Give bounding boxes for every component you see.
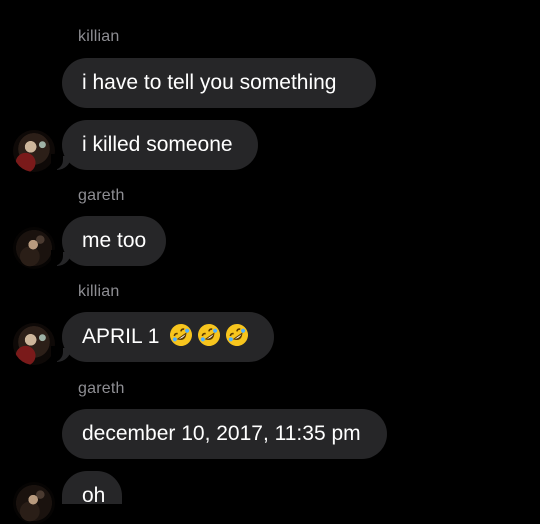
message-text: APRIL 1: [82, 325, 160, 348]
message-bubble[interactable]: december 10, 2017, 11:35 pm: [62, 409, 387, 459]
avatar-killian[interactable]: [13, 323, 55, 365]
message-bubble[interactable]: APRIL 1: [51, 312, 274, 362]
sender-name-gareth: gareth: [78, 187, 125, 204]
sender-name-killian: killian: [78, 283, 120, 300]
rolling-on-floor-laughing-icon: [170, 324, 193, 346]
bubble-tail: [51, 346, 71, 362]
chat-thread: killian i have to tell you something i k…: [0, 0, 540, 524]
rolling-on-floor-laughing-icon: [226, 324, 249, 346]
bubble-tail: [51, 250, 71, 266]
sender-name-gareth: gareth: [78, 380, 125, 397]
message-bubble[interactable]: oh: [62, 471, 122, 507]
message-text: i killed someone: [82, 133, 233, 156]
message-text: me too: [82, 229, 147, 252]
message-text: december 10, 2017, 11:35 pm: [82, 422, 361, 445]
sender-name-killian: killian: [78, 28, 120, 45]
avatar-gareth[interactable]: [13, 227, 55, 269]
avatar-gareth[interactable]: [13, 482, 55, 524]
message-text: i have to tell you something: [82, 71, 337, 94]
message-bubble[interactable]: me too: [51, 216, 166, 266]
message-bubble[interactable]: i killed someone: [51, 120, 258, 170]
bubble-tail: [51, 154, 71, 170]
rolling-on-floor-laughing-icon: [198, 324, 221, 346]
avatar-killian[interactable]: [13, 130, 55, 172]
message-bubble[interactable]: i have to tell you something: [62, 58, 376, 108]
